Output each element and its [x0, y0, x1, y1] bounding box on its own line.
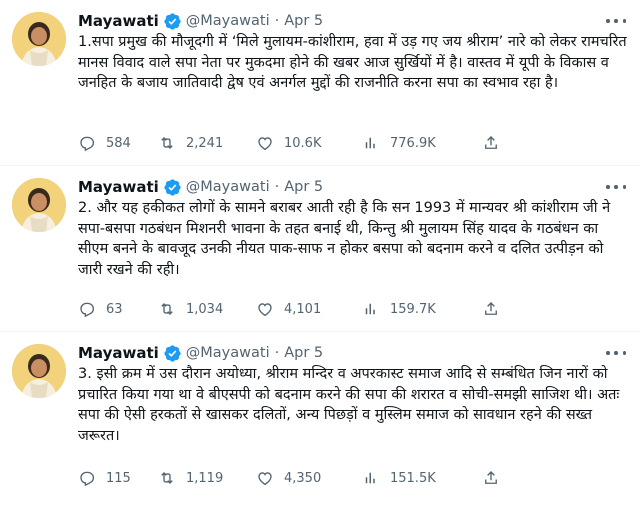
tweet-date[interactable]: Apr 5 [284, 345, 323, 361]
share-icon [485, 136, 497, 149]
like-count: 10.6K [284, 135, 322, 151]
retweet-count: 1,119 [186, 470, 224, 486]
like-button[interactable]: 4,101 [256, 300, 362, 318]
action-bar: 115 1,119 4,350 151.5K [78, 467, 628, 489]
retweet-icon [161, 302, 173, 316]
retweet-button[interactable]: 2,241 [158, 134, 256, 152]
separator-dot: · [274, 13, 280, 29]
separator-dot: · [274, 345, 280, 361]
avatar-image [12, 344, 66, 398]
retweet-button[interactable]: 1,034 [158, 300, 256, 318]
tweet-3[interactable]: Mayawati @Mayawati · Apr 5 3. इसी क्रम म… [0, 332, 640, 511]
share-button[interactable] [482, 300, 510, 318]
avatar[interactable] [12, 178, 66, 232]
avatar[interactable] [12, 12, 66, 66]
views-icon [365, 303, 375, 315]
reply-count: 63 [106, 301, 123, 317]
author-name[interactable]: Mayawati [78, 178, 159, 196]
reply-button[interactable]: 63 [78, 300, 158, 318]
tweet-2[interactable]: Mayawati @Mayawati · Apr 5 2. और यह हकीक… [0, 166, 640, 332]
share-button[interactable] [482, 469, 510, 487]
author-name[interactable]: Mayawati [78, 344, 159, 362]
views-icon [365, 137, 375, 149]
retweet-icon [161, 471, 173, 485]
like-button[interactable]: 10.6K [256, 134, 362, 152]
tweet-header: Mayawati @Mayawati · Apr 5 [78, 342, 628, 364]
tweet-date[interactable]: Apr 5 [284, 13, 323, 29]
verified-badge-icon [163, 178, 182, 197]
reply-icon [80, 471, 95, 487]
views-button[interactable]: 151.5K [362, 469, 482, 487]
avatar-image [12, 178, 66, 232]
tweet-date[interactable]: Apr 5 [284, 179, 323, 195]
views-count: 151.5K [390, 470, 436, 486]
share-icon [485, 302, 497, 315]
retweet-count: 2,241 [186, 135, 224, 151]
author-name[interactable]: Mayawati [78, 12, 159, 30]
like-count: 4,101 [284, 301, 322, 317]
author-handle[interactable]: @Mayawati [186, 179, 270, 195]
reply-count: 115 [106, 470, 131, 486]
views-button[interactable]: 776.9K [362, 134, 482, 152]
more-options-icon[interactable] [606, 14, 626, 28]
views-count: 159.7K [390, 301, 436, 317]
views-button[interactable]: 159.7K [362, 300, 482, 318]
tweet-1[interactable]: Mayawati @Mayawati · Apr 5 1.सपा प्रमुख … [0, 0, 640, 166]
reply-icon [80, 136, 95, 152]
tweet-header: Mayawati @Mayawati · Apr 5 [78, 176, 628, 198]
tweet-header: Mayawati @Mayawati · Apr 5 [78, 10, 628, 32]
reply-button[interactable]: 115 [78, 469, 158, 487]
reply-count: 584 [106, 135, 131, 151]
views-count: 776.9K [390, 135, 436, 151]
action-bar: 63 1,034 4,101 159.7K [78, 298, 628, 320]
avatar-image [12, 12, 66, 66]
verified-badge-icon [163, 344, 182, 363]
verified-badge-icon [163, 12, 182, 31]
more-options-icon[interactable] [606, 180, 626, 194]
like-count: 4,350 [284, 470, 322, 486]
retweet-button[interactable]: 1,119 [158, 469, 256, 487]
retweet-count: 1,034 [186, 301, 224, 317]
tweet-text: 1.सपा प्रमुख की मौजूदगी में ‘मिले मुलायम… [78, 34, 632, 91]
avatar[interactable] [12, 344, 66, 398]
share-button[interactable] [482, 134, 510, 152]
action-bar: 584 2,241 10.6K 776.9K [78, 132, 628, 154]
retweet-icon [161, 136, 173, 150]
views-icon [365, 472, 375, 484]
reply-button[interactable]: 584 [78, 134, 158, 152]
like-icon [258, 137, 272, 151]
like-icon [258, 472, 272, 486]
like-button[interactable]: 4,350 [256, 469, 362, 487]
more-options-icon[interactable] [606, 346, 626, 360]
like-icon [258, 303, 272, 317]
author-handle[interactable]: @Mayawati [186, 345, 270, 361]
tweet-text: 3. इसी क्रम में उस दौरान अयोध्या, श्रीरा… [78, 366, 624, 444]
reply-icon [80, 302, 95, 318]
author-handle[interactable]: @Mayawati [186, 13, 270, 29]
tweet-text: 2. और यह हकीकत लोगों के सामने बराबर आती … [78, 200, 615, 278]
share-icon [485, 471, 497, 484]
separator-dot: · [274, 179, 280, 195]
